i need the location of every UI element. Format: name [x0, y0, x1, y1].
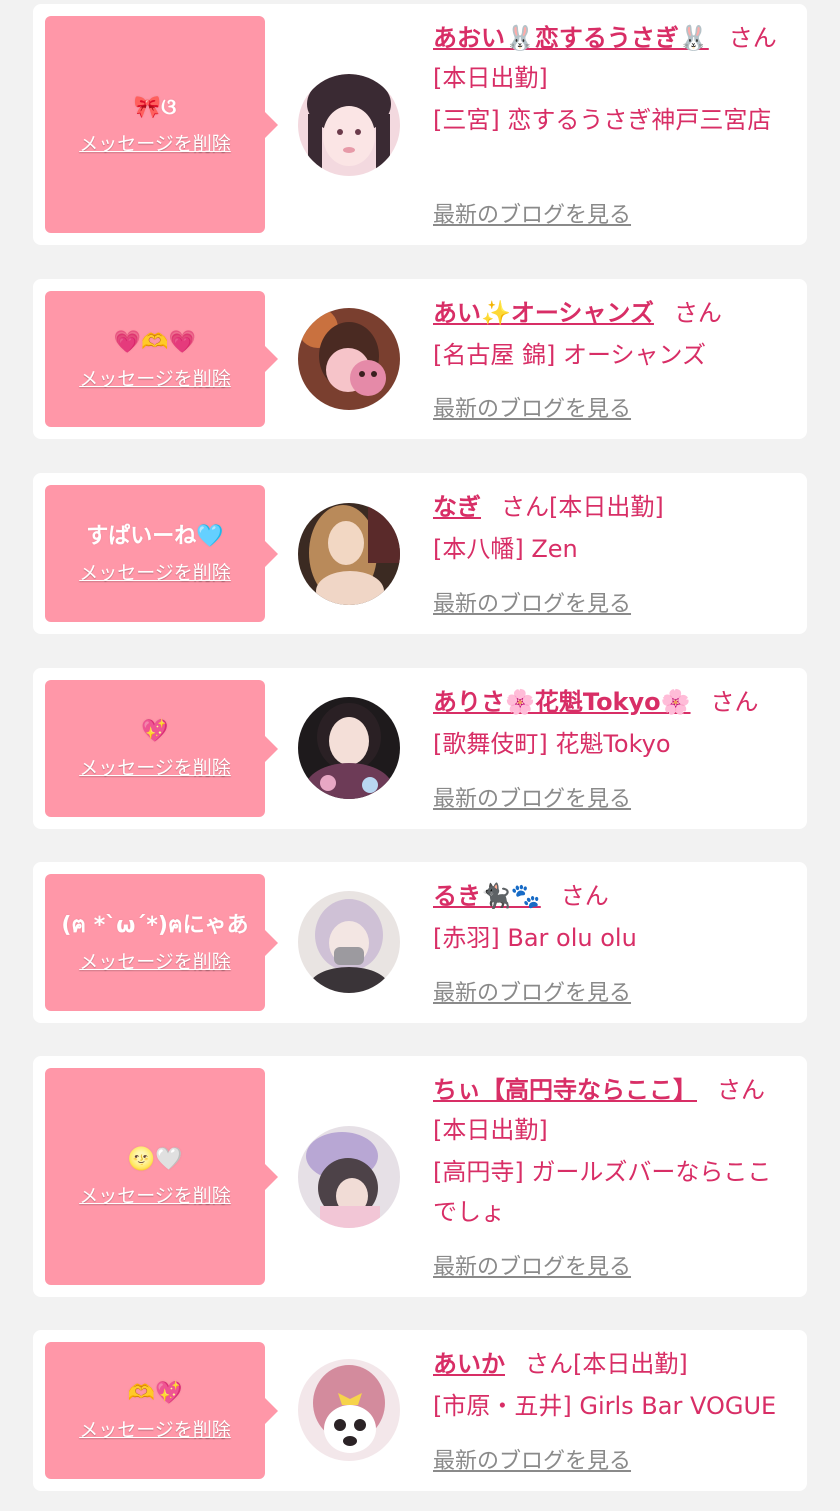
shop-label: [名古屋 錦] オーシャンズ: [433, 341, 707, 369]
cast-name-link[interactable]: ちぃ【高円寺ならここ】: [433, 1076, 697, 1104]
cast-name-line: ありさ🌸花魁Tokyo🌸 さん: [433, 682, 795, 722]
latest-blog-link[interactable]: 最新のブログを見る: [433, 395, 631, 425]
avatar[interactable]: [298, 891, 400, 993]
message-bubble: 🌝🤍 メッセージを削除: [45, 1068, 278, 1285]
message-bubble: (ฅ *`ω´*)ฅにゃあ メッセージを削除: [45, 874, 278, 1011]
cast-name-link[interactable]: なぎ: [433, 493, 481, 521]
avatar-photo-icon: [298, 697, 400, 799]
cast-name-line: あいか さん[本日出勤]: [433, 1344, 795, 1384]
honorific: さん: [501, 493, 549, 521]
delete-message-link[interactable]: メッセージを削除: [79, 947, 231, 974]
avatar[interactable]: [298, 1359, 400, 1461]
cast-info: あいか さん[本日出勤] [市原・五井] Girls Bar VOGUE: [433, 1344, 795, 1426]
message-bubble: 🫶💖 メッセージを削除: [45, 1342, 278, 1479]
latest-blog-link[interactable]: 最新のブログを見る: [433, 590, 631, 620]
latest-blog-link[interactable]: 最新のブログを見る: [433, 1253, 631, 1283]
message-bubble: 💗🫶💗 メッセージを削除: [45, 291, 278, 427]
cast-name-link[interactable]: あいか: [433, 1350, 505, 1378]
cast-name-line: なぎ さん[本日出勤]: [433, 487, 795, 527]
cast-card: すぱいーね🩵 メッセージを削除 なぎ さん[本日出勤] [本八幡] Zen 最新の…: [33, 473, 807, 634]
honorific: さん: [525, 1350, 573, 1378]
cast-info: あおい🐰恋するうさぎ🐰 さん [本日出勤] [三宮] 恋するうさぎ神戸三宮店: [433, 18, 795, 140]
shop-label: [高円寺] ガールズバーならここでしょ: [433, 1158, 772, 1226]
message-bubble: 🎀ଓ メッセージを削除: [45, 16, 278, 233]
message-text: すぱいーね🩵: [86, 524, 224, 549]
avatar[interactable]: [298, 697, 400, 799]
status-badge: [本日出勤]: [433, 64, 548, 92]
cast-name-line: るき🐈‍⬛🐾 さん: [433, 876, 795, 916]
avatar[interactable]: [298, 308, 400, 410]
honorific: さん: [710, 688, 759, 716]
avatar[interactable]: [298, 1126, 400, 1228]
cast-name-link[interactable]: るき🐈‍⬛🐾: [433, 882, 541, 910]
status-badge: [本日出勤]: [433, 1116, 548, 1144]
cast-name-link[interactable]: あい✨オーシャンズ: [433, 299, 654, 327]
delete-message-link[interactable]: メッセージを削除: [79, 558, 231, 585]
shop-label: [市原・五井] Girls Bar VOGUE: [433, 1392, 777, 1420]
message-text: 🫶💖: [127, 1381, 183, 1406]
cast-name-line: あい✨オーシャンズ さん: [433, 293, 795, 333]
delete-message-link[interactable]: メッセージを削除: [79, 129, 231, 156]
shop-label: [三宮] 恋するうさぎ神戸三宮店: [433, 106, 772, 134]
shop-label: [歌舞伎町] 花魁Tokyo: [433, 730, 671, 758]
latest-blog-link[interactable]: 最新のブログを見る: [433, 1447, 631, 1477]
honorific: さん: [717, 1076, 765, 1104]
shop-label: [本八幡] Zen: [433, 535, 578, 563]
delete-message-link[interactable]: メッセージを削除: [79, 364, 231, 391]
cast-name-line: あおい🐰恋するうさぎ🐰 さん [本日出勤]: [433, 18, 795, 98]
latest-blog-link[interactable]: 最新のブログを見る: [433, 785, 631, 815]
cast-name-line: ちぃ【高円寺ならここ】 さん [本日出勤]: [433, 1070, 795, 1150]
cast-info: なぎ さん[本日出勤] [本八幡] Zen: [433, 487, 795, 569]
favorite-cast-list: 🎀ଓ メッセージを削除 あおい🐰恋するうさぎ🐰 さん[本日出勤] [三宮] 恋する…: [0, 0, 840, 1511]
message-bubble: 💖 メッセージを削除: [45, 680, 278, 817]
cast-info: ありさ🌸花魁Tokyo🌸 さん [歌舞伎町] 花魁Tokyo: [433, 682, 795, 764]
avatar-photo-icon: [298, 1126, 400, 1228]
cast-card: (ฅ *`ω´*)ฅにゃあ メッセージを削除 るき🐈‍⬛🐾 さん [赤羽] Bar…: [33, 862, 807, 1023]
cast-card: 🎀ଓ メッセージを削除 あおい🐰恋するうさぎ🐰 さん [本日出勤] [三宮] 恋する…: [33, 4, 807, 245]
cast-name-link[interactable]: ありさ🌸花魁Tokyo🌸: [433, 688, 691, 716]
cast-info: ちぃ【高円寺ならここ】 さん [本日出勤] [高円寺] ガールズバーならここでしょ: [433, 1070, 795, 1232]
avatar-photo-icon: [298, 891, 400, 993]
delete-message-link[interactable]: メッセージを削除: [79, 1181, 231, 1208]
status-badge: [本日出勤]: [573, 1350, 688, 1378]
cast-card: 💖 メッセージを削除 ありさ🌸花魁Tokyo🌸 さん [歌舞伎町] 花魁Tokyo…: [33, 668, 807, 829]
cast-name-link[interactable]: あおい🐰恋するうさぎ🐰: [433, 24, 709, 52]
honorific: さん: [728, 24, 777, 52]
avatar-photo-icon: [298, 74, 400, 176]
cast-card: 🫶💖 メッセージを削除 あいか さん[本日出勤] [市原・五井] Girls Ba…: [33, 1330, 807, 1491]
latest-blog-link[interactable]: 最新のブログを見る: [433, 201, 631, 231]
honorific: さん: [673, 299, 722, 327]
cast-card: 🌝🤍 メッセージを削除 ちぃ【高円寺ならここ】 さん [本日出勤] [高円寺] ガー…: [33, 1056, 807, 1297]
message-text: 🌝🤍: [127, 1147, 183, 1172]
status-badge: [本日出勤]: [549, 493, 664, 521]
avatar[interactable]: [298, 503, 400, 605]
avatar-photo-icon: [298, 503, 400, 605]
message-text: 🎀ଓ: [133, 95, 177, 120]
avatar-photo-icon: [298, 308, 400, 410]
cast-info: あい✨オーシャンズ さん [名古屋 錦] オーシャンズ: [433, 293, 795, 375]
message-text: 💖: [141, 719, 169, 744]
honorific: さん: [560, 882, 609, 910]
latest-blog-link[interactable]: 最新のブログを見る: [433, 979, 631, 1009]
delete-message-link[interactable]: メッセージを削除: [79, 1415, 231, 1442]
cast-info: るき🐈‍⬛🐾 さん [赤羽] Bar olu olu: [433, 876, 795, 958]
cast-card: 💗🫶💗 メッセージを削除 あい✨オーシャンズ さん [名古屋 錦] オーシャンズ …: [33, 279, 807, 439]
message-text: 💗🫶💗: [113, 329, 197, 355]
delete-message-link[interactable]: メッセージを削除: [79, 753, 231, 780]
avatar[interactable]: [298, 74, 400, 176]
avatar-photo-icon: [298, 1359, 400, 1461]
message-bubble: すぱいーね🩵 メッセージを削除: [45, 485, 278, 622]
message-text: (ฅ *`ω´*)ฅにゃあ: [61, 913, 249, 938]
shop-label: [赤羽] Bar olu olu: [433, 924, 637, 952]
